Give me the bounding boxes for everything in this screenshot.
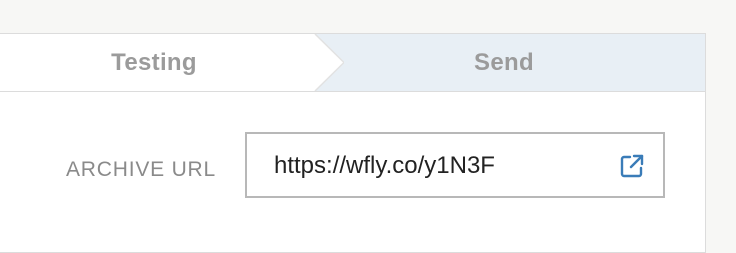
archive-url-field[interactable]: https://wfly.co/y1N3F <box>245 132 665 198</box>
step-send[interactable]: Send <box>409 34 599 91</box>
external-link-icon[interactable] <box>619 153 645 179</box>
step-testing[interactable]: Testing <box>59 34 249 91</box>
archive-url-label: ARCHIVE URL <box>66 158 216 181</box>
archive-url-value[interactable]: https://wfly.co/y1N3F <box>274 151 495 181</box>
step-progress-bar: Testing Send <box>0 34 705 92</box>
